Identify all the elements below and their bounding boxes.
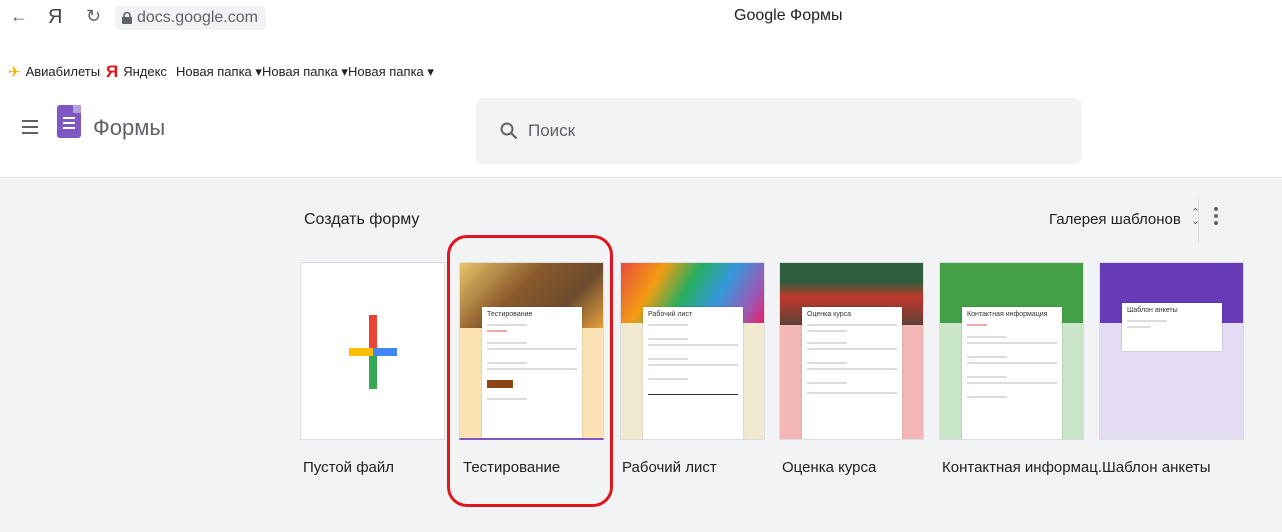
template-label-worksheet[interactable]: Рабочий лист: [622, 459, 717, 476]
browser-toolbar: ← Я ↻ docs.google.com Google Формы: [0, 0, 1282, 58]
bookmark-folder-3[interactable]: Новая папка ▾: [348, 58, 434, 86]
bookmark-aviabilety[interactable]: ✈ Авиабилеты: [8, 58, 100, 87]
quiz-preview-title: Тестирование: [487, 311, 533, 318]
worksheet-preview-form: Рабочий лист: [643, 307, 743, 439]
create-form-heading: Создать форму: [304, 211, 420, 228]
yandex-home-icon[interactable]: Я: [48, 6, 62, 29]
template-card-worksheet[interactable]: Рабочий лист: [620, 262, 765, 440]
hamburger-menu-icon[interactable]: [22, 120, 38, 134]
template-gallery-label: Галерея шаблонов: [1049, 211, 1181, 228]
bookmark-label: Авиабилеты: [25, 64, 101, 79]
bookmarks-bar: ✈ Авиабилеты Я Яндекс Новая папка ▾ Новая …: [0, 58, 1282, 86]
template-gallery: Создать форму Галерея шаблонов ⌃ ⌄ Пустой …: [0, 179, 1282, 532]
survey-preview-title: Шаблон анкеты: [1127, 307, 1178, 314]
yandex-icon: Я: [106, 62, 119, 81]
more-vert-icon[interactable]: [1212, 207, 1220, 229]
address-bar[interactable]: docs.google.com: [115, 6, 266, 30]
contact-preview-title: Контактная информация: [967, 311, 1048, 318]
template-card-survey[interactable]: Шаблон анкеты: [1099, 262, 1244, 440]
template-gallery-button[interactable]: Галерея шаблонов ⌃ ⌄: [1049, 208, 1200, 229]
bookmark-folder-1[interactable]: Новая папка ▾: [176, 58, 262, 86]
search-icon: [500, 122, 518, 140]
template-card-contact-info[interactable]: Контактная информация: [939, 262, 1084, 440]
forms-header: Формы: [0, 86, 1282, 178]
template-label-contact-info[interactable]: Контактная информац...: [942, 459, 1110, 476]
template-label-course-evaluation[interactable]: Оценка курса: [782, 459, 876, 476]
divider: [1198, 199, 1199, 243]
google-forms-logo-icon[interactable]: [57, 105, 81, 138]
template-label-blank[interactable]: Пустой файл: [303, 459, 394, 476]
quiz-preview-form: Тестирование: [482, 307, 582, 438]
bookmark-yandex[interactable]: Я Яндекс: [106, 58, 167, 86]
template-label-survey[interactable]: Шаблон анкеты: [1102, 459, 1211, 476]
course-preview-title: Оценка курса: [807, 311, 852, 318]
course-preview-form: Оценка курса: [802, 307, 902, 439]
url-text: docs.google.com: [137, 9, 258, 26]
contact-preview-form: Контактная информация: [962, 307, 1062, 439]
app-name[interactable]: Формы: [93, 115, 165, 141]
back-arrow-icon[interactable]: ←: [10, 6, 28, 27]
page-title: Google Формы: [734, 7, 843, 24]
browser-nav-row: ← Я ↻ docs.google.com Google Формы: [0, 0, 1282, 32]
lock-icon: [122, 12, 132, 24]
bookmark-folder-2[interactable]: Новая папка ▾: [262, 58, 348, 86]
template-card-blank[interactable]: [300, 262, 445, 440]
search-box[interactable]: [476, 98, 1082, 164]
plus-icon: [349, 315, 397, 389]
template-label-quiz[interactable]: Тестирование: [463, 459, 560, 476]
search-input[interactable]: [528, 118, 1028, 144]
template-card-quiz[interactable]: Тестирование: [459, 262, 604, 440]
template-card-course-evaluation[interactable]: Оценка курса: [779, 262, 924, 440]
worksheet-preview-title: Рабочий лист: [648, 311, 693, 318]
bookmark-label: Яндекс: [123, 64, 167, 79]
survey-preview-form: Шаблон анкеты: [1122, 303, 1222, 351]
reload-icon[interactable]: ↻: [86, 6, 101, 27]
plane-icon: ✈: [8, 64, 21, 81]
